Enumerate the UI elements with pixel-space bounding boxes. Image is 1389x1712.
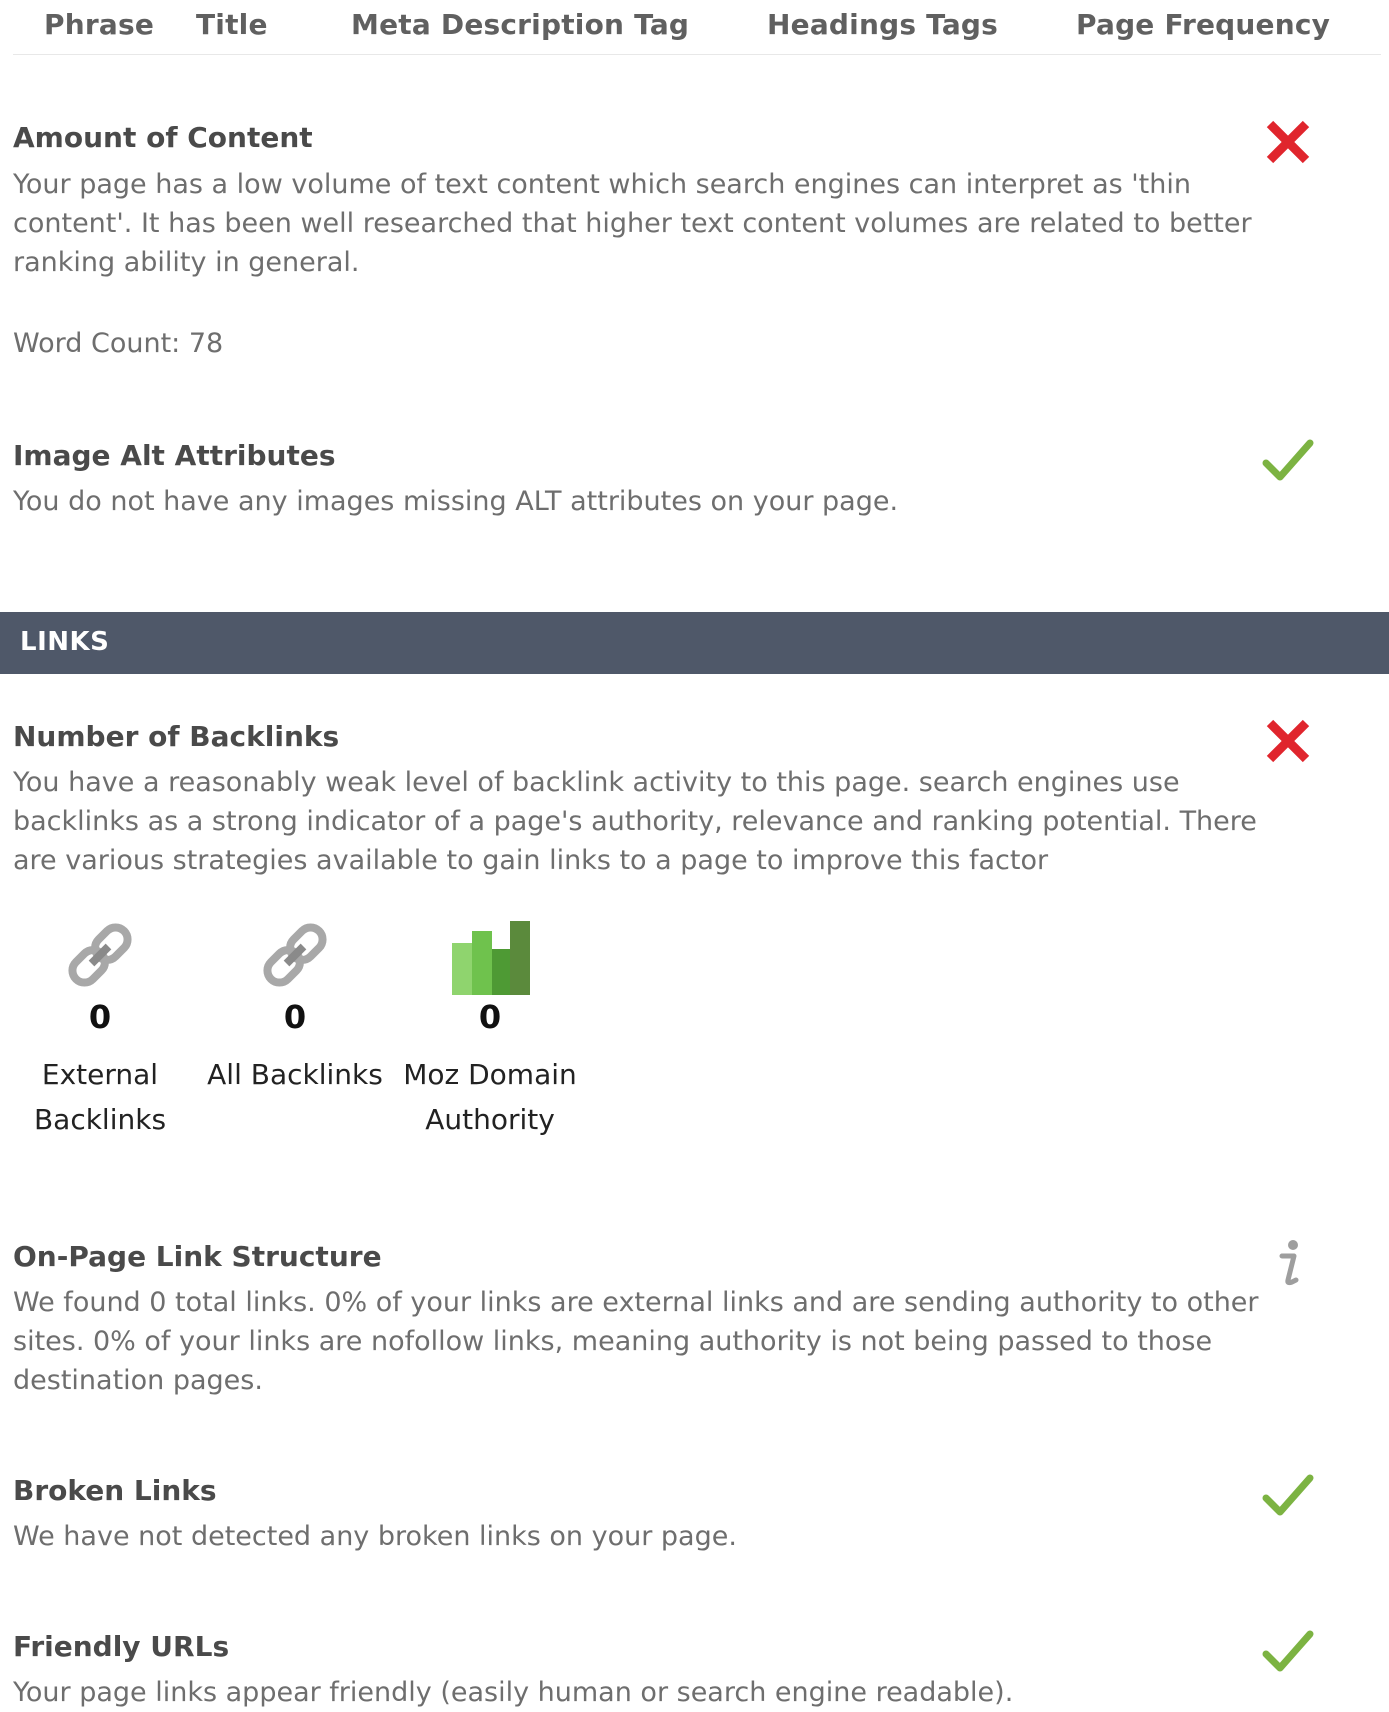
pass-check-icon [1262,439,1314,481]
chain-link-icon [68,923,132,987]
pass-check-icon [1262,1630,1314,1672]
fail-x-icon [1266,719,1310,763]
section-band-links: LINKS [0,612,1389,674]
metric-value: 0 [478,998,502,1036]
section-description: Your page has a low volume of text conte… [13,169,1252,278]
metric-label: Moz Domain Authority [403,1058,577,1136]
column-header-title[interactable]: Title [196,8,268,41]
metric-label: External Backlinks [33,1058,167,1136]
info-icon [1279,1240,1299,1286]
section-description: You have a reasonably weak level of back… [13,767,1257,876]
band-label: LINKS [20,627,110,657]
section-description: We found 0 total links. 0% of your links… [13,1287,1259,1396]
section-description: Your page links appear friendly (easily … [13,1677,1014,1708]
section-title: Image Alt Attributes [13,439,336,472]
section-title: Number of Backlinks [13,720,340,753]
metric-all-backlinks: 0 All Backlinks [200,913,390,1097]
section-title: Friendly URLs [13,1630,230,1663]
pass-check-icon [1262,1474,1314,1516]
column-header-page-frequency[interactable]: Page Frequency [1076,8,1330,41]
column-header-phrase[interactable]: Phrase [44,8,154,41]
metric-external-backlinks: 0 External Backlinks [5,913,195,1142]
metric-value: 0 [88,998,112,1036]
section-title: On-Page Link Structure [13,1240,382,1273]
section-description: You do not have any images missing ALT a… [13,486,899,517]
column-header-headings-tags[interactable]: Headings Tags [767,8,998,41]
fail-x-icon [1266,120,1310,164]
chain-link-icon [263,923,327,987]
column-header-meta-description-tag[interactable]: Meta Description Tag [351,8,689,41]
word-count: Word Count: 78 [13,328,224,359]
section-title: Amount of Content [13,121,313,154]
metric-moz-domain-authority: 0 Moz Domain Authority [395,913,585,1142]
metric-value: 0 [283,998,307,1036]
section-title: Broken Links [13,1474,217,1507]
metric-label: All Backlinks [207,1058,383,1091]
section-description: We have not detected any broken links on… [13,1521,737,1552]
table-header: Phrase Title Meta Description Tag Headin… [13,0,1381,55]
bar-chart-icon [452,921,530,995]
